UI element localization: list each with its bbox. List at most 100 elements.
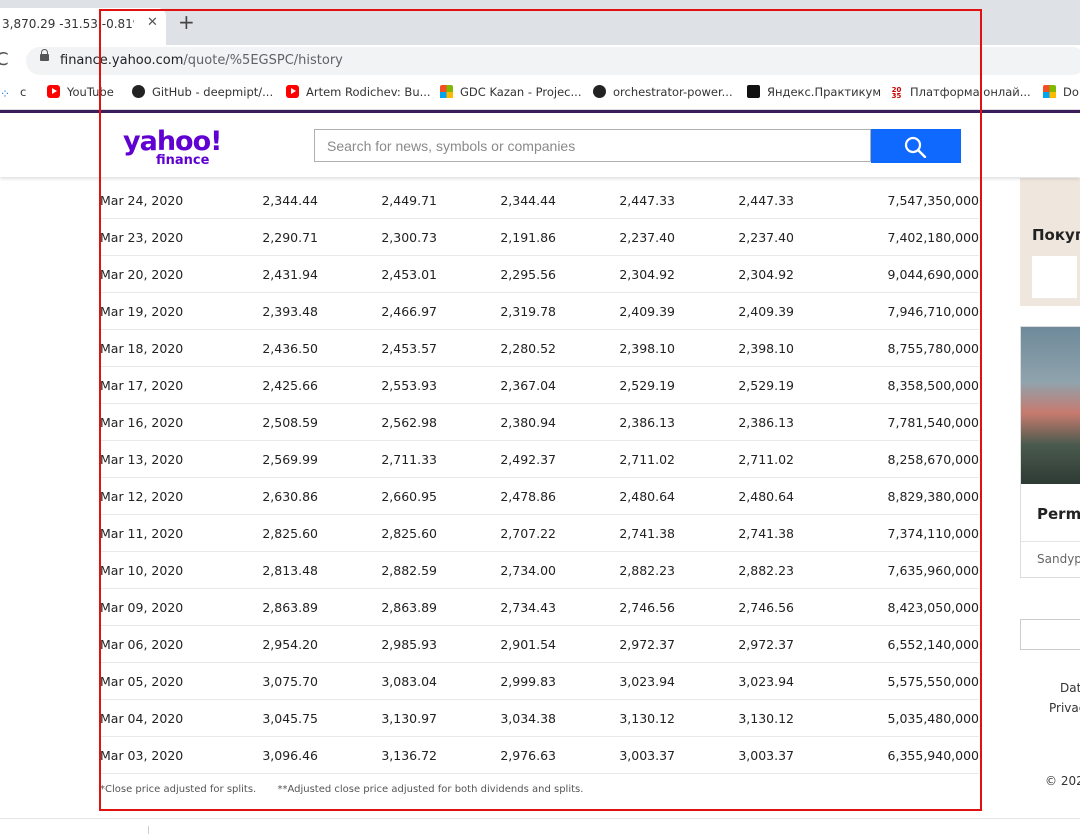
date-cell: Mar 12, 2020 xyxy=(100,489,184,504)
adj-close-cell: 2,746.56 xyxy=(738,600,794,615)
close-footnote: *Close price adjusted for splits. xyxy=(100,784,257,795)
bookmark-orchestrator[interactable]: orchestrator-power... xyxy=(593,85,733,99)
high-cell: 2,449.71 xyxy=(381,193,437,208)
high-cell: 2,453.57 xyxy=(381,341,437,356)
adj-close-cell: 2,741.38 xyxy=(738,526,794,541)
open-cell: 2,630.86 xyxy=(262,489,318,504)
date-cell: Mar 05, 2020 xyxy=(100,674,184,689)
reload-icon[interactable]: C xyxy=(0,49,9,70)
close-cell: 2,972.37 xyxy=(619,637,675,652)
low-cell: 3,034.38 xyxy=(500,711,556,726)
low-cell: 2,734.43 xyxy=(500,600,556,615)
high-cell: 3,083.04 xyxy=(381,674,437,689)
adj-close-cell: 2,972.37 xyxy=(738,637,794,652)
search-input[interactable] xyxy=(325,130,849,162)
sidebar-input[interactable] xyxy=(1020,619,1080,650)
platform-icon: 20 35 xyxy=(890,86,903,100)
historical-prices-table: Mar 24, 2020 2,344.44 2,449.71 2,344.44 2,44… xyxy=(100,182,979,774)
table-row: Mar 13, 2020 2,569.99 2,711.33 2,492.37 2,71… xyxy=(100,441,979,478)
volume-cell: 8,829,380,000 xyxy=(887,489,979,504)
close-cell: 2,398.10 xyxy=(619,341,675,356)
bookmark-gdc-kazan[interactable]: GDC Kazan - Projec... xyxy=(440,85,581,99)
youtube-icon xyxy=(286,85,299,98)
promo-card-divider xyxy=(1021,541,1080,542)
bookmark-artem-rodichev[interactable]: Artem Rodichev: Bu... xyxy=(286,85,431,99)
bookmark-label: GitHub - deepmipt/... xyxy=(152,85,274,99)
volume-cell: 7,402,180,000 xyxy=(887,230,979,245)
volume-cell: 9,044,690,000 xyxy=(887,267,979,282)
lock-icon[interactable] xyxy=(40,49,49,61)
low-cell: 2,344.44 xyxy=(500,193,556,208)
date-cell: Mar 23, 2020 xyxy=(100,230,184,245)
omnibox[interactable]: finance.yahoo.com/quote/%5EGSPC/history xyxy=(26,47,1080,75)
open-cell: 3,045.75 xyxy=(262,711,318,726)
date-cell: Mar 20, 2020 xyxy=(100,267,184,282)
open-cell: 2,813.48 xyxy=(262,563,318,578)
bookmark-label: YouTube xyxy=(67,85,114,99)
table-row: Mar 06, 2020 2,954.20 2,985.93 2,901.54 2,97… xyxy=(100,626,979,663)
url-host: finance.yahoo.com xyxy=(60,53,184,68)
adj-close-cell: 2,447.33 xyxy=(738,193,794,208)
new-tab-button[interactable]: + xyxy=(178,10,195,34)
yahoo-finance-logo[interactable]: yahoo! finance xyxy=(123,126,222,168)
table-row: Mar 17, 2020 2,425.66 2,553.93 2,367.04 2,52… xyxy=(100,367,979,404)
open-cell: 2,425.66 xyxy=(262,378,318,393)
apps-icon: ⁘ xyxy=(0,87,11,101)
microsoft-icon xyxy=(440,85,453,98)
bookmark-youtube[interactable]: YouTube xyxy=(47,85,114,99)
adj-close-cell: 2,398.10 xyxy=(738,341,794,356)
low-cell: 2,999.83 xyxy=(500,674,556,689)
data-disclaimer-link[interactable]: Data xyxy=(1060,681,1080,695)
adj-close-cell: 2,386.13 xyxy=(738,415,794,430)
date-cell: Mar 06, 2020 xyxy=(100,637,184,652)
ad-panel[interactable]: Покуп xyxy=(1020,178,1080,306)
ad-image xyxy=(1032,256,1077,298)
bookmark-praktikum[interactable]: Яндекс.Практикум xyxy=(747,85,881,99)
adj-close-cell: 2,409.39 xyxy=(738,304,794,319)
bookmark-github-deepmipt[interactable]: GitHub - deepmipt/... xyxy=(132,85,273,99)
high-cell: 2,300.73 xyxy=(381,230,437,245)
browser-tab-bar: 3,870.29 -31.53 -0.81% : S ✕ + xyxy=(0,0,1080,45)
search-box[interactable] xyxy=(314,129,871,162)
close-cell: 2,711.02 xyxy=(619,452,675,467)
url-text[interactable]: finance.yahoo.com/quote/%5EGSPC/history xyxy=(60,53,343,68)
close-cell: 2,237.40 xyxy=(619,230,675,245)
bookmark-apps[interactable]: ⁘ c xyxy=(0,85,26,101)
table-row: Mar 23, 2020 2,290.71 2,300.73 2,191.86 2,23… xyxy=(100,219,979,256)
close-cell: 2,746.56 xyxy=(619,600,675,615)
table-row: Mar 19, 2020 2,393.48 2,466.97 2,319.78 2,40… xyxy=(100,293,979,330)
promo-card[interactable]: Perma Sandyp xyxy=(1020,326,1080,578)
adj-close-cell: 3,003.37 xyxy=(738,748,794,763)
low-cell: 2,734.00 xyxy=(500,563,556,578)
browser-tab[interactable]: 3,870.29 -31.53 -0.81% : S ✕ xyxy=(0,8,166,45)
open-cell: 2,508.59 xyxy=(262,415,318,430)
promo-card-image xyxy=(1021,327,1080,484)
adj-close-cell: 2,529.19 xyxy=(738,378,794,393)
high-cell: 3,130.97 xyxy=(381,711,437,726)
date-cell: Mar 19, 2020 xyxy=(100,304,184,319)
promo-card-title: Perma xyxy=(1037,505,1080,523)
low-cell: 2,976.63 xyxy=(500,748,556,763)
bookmark-do[interactable]: Do xyxy=(1043,85,1079,99)
ad-title: Покуп xyxy=(1032,226,1080,244)
date-cell: Mar 09, 2020 xyxy=(100,600,184,615)
privacy-link[interactable]: Privac xyxy=(1049,701,1080,715)
high-cell: 2,562.98 xyxy=(381,415,437,430)
open-cell: 3,075.70 xyxy=(262,674,318,689)
low-cell: 2,901.54 xyxy=(500,637,556,652)
bookmark-label: Яндекс.Практикум xyxy=(767,85,882,99)
date-cell: Mar 03, 2020 xyxy=(100,748,184,763)
close-tab-icon[interactable]: ✕ xyxy=(147,15,158,30)
table-footnotes: *Close price adjusted for splits. **Adju… xyxy=(100,784,601,795)
yahoo-finance-header: yahoo! finance xyxy=(0,113,1080,177)
volume-cell: 7,374,110,000 xyxy=(887,526,979,541)
date-cell: Mar 18, 2020 xyxy=(100,341,184,356)
low-cell: 2,492.37 xyxy=(500,452,556,467)
search-button[interactable] xyxy=(871,129,961,163)
close-cell: 2,386.13 xyxy=(619,415,675,430)
low-cell: 2,367.04 xyxy=(500,378,556,393)
adj-close-cell: 2,711.02 xyxy=(738,452,794,467)
bookmark-platform[interactable]: 20 35 Платформа онлай... xyxy=(890,85,1031,100)
table-row: Mar 16, 2020 2,508.59 2,562.98 2,380.94 2,38… xyxy=(100,404,979,441)
volume-cell: 5,575,550,000 xyxy=(887,674,979,689)
